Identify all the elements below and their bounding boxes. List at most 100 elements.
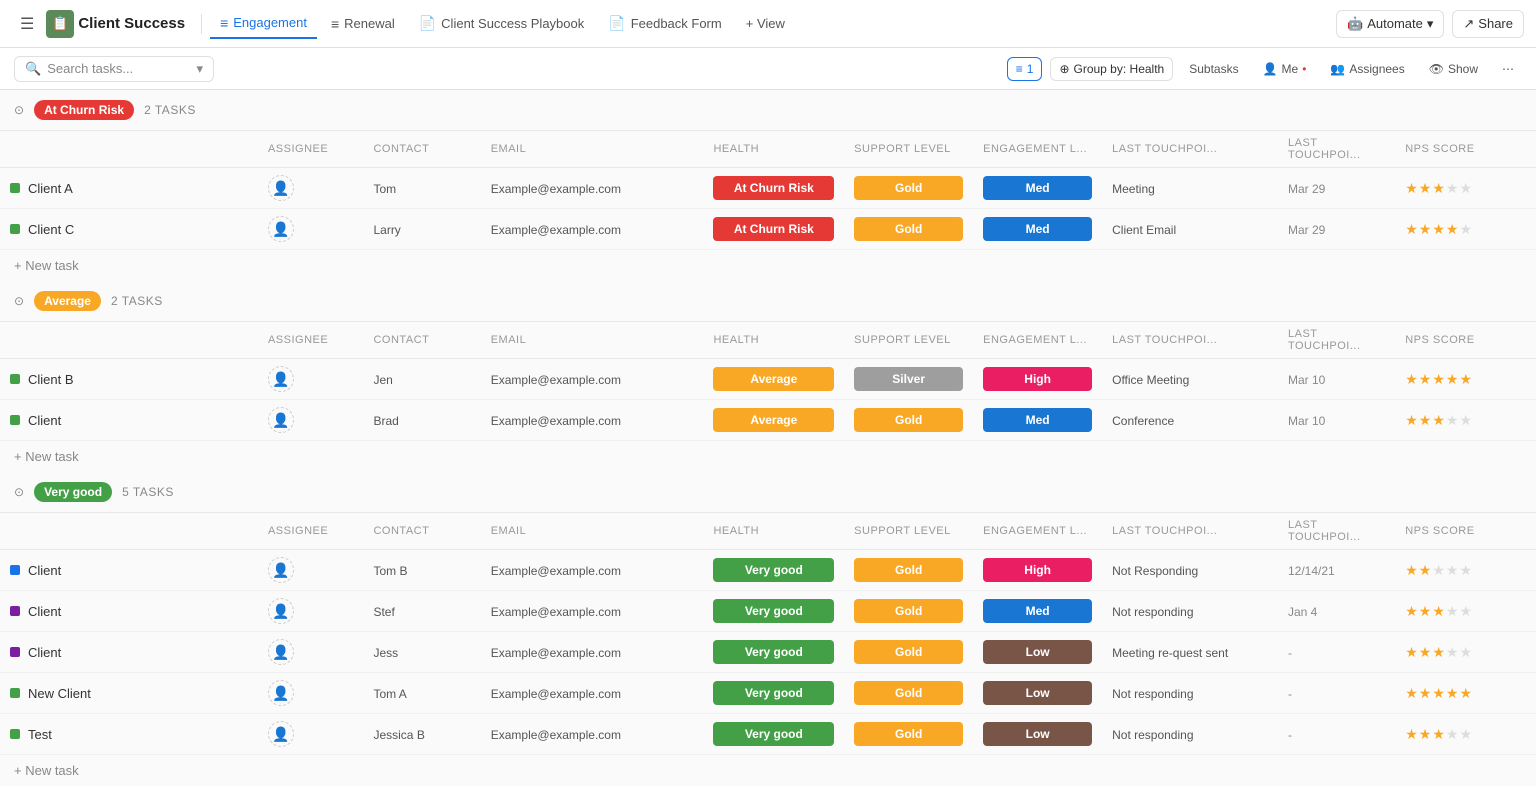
support-badge: Gold bbox=[854, 681, 963, 705]
touch2-value: Mar 10 bbox=[1288, 414, 1325, 428]
assignees-button[interactable]: 👥 Assignees bbox=[1322, 58, 1412, 80]
col-header-touch2: LAST TOUCHPOI... bbox=[1278, 131, 1395, 168]
more-options-button[interactable]: ⋯ bbox=[1494, 58, 1522, 80]
table-row[interactable]: Client 👤 Jess Example@example.com Very g… bbox=[0, 632, 1536, 673]
touch1-value: Meeting re-quest sent bbox=[1112, 646, 1228, 660]
star-filled: ★ bbox=[1405, 412, 1418, 429]
avatar-icon: 👤 bbox=[272, 562, 289, 579]
support-cell: Gold bbox=[844, 400, 973, 441]
email-value: Example@example.com bbox=[491, 414, 621, 428]
support-cell: Gold bbox=[844, 714, 973, 755]
avatar: 👤 bbox=[268, 557, 294, 583]
col-header-health: HEALTH bbox=[703, 322, 844, 359]
table-row[interactable]: Client B 👤 Jen Example@example.com Avera… bbox=[0, 359, 1536, 400]
app-logo: 📋 bbox=[46, 10, 74, 38]
search-box[interactable]: 🔍 Search tasks... ▾ bbox=[14, 56, 214, 82]
new-task-button[interactable]: + New task bbox=[0, 755, 1536, 786]
tab-renewal[interactable]: ≡ Renewal bbox=[321, 10, 405, 38]
task-dot bbox=[10, 688, 20, 698]
col-header-engagement: ENGAGEMENT L... bbox=[973, 322, 1102, 359]
star-filled: ★ bbox=[1405, 562, 1418, 579]
engagement-badge: High bbox=[983, 558, 1092, 582]
nps-cell: ★★★★★ bbox=[1395, 209, 1536, 250]
task-name-text: Client bbox=[28, 413, 61, 428]
new-task-button[interactable]: + New task bbox=[0, 250, 1536, 281]
star-filled: ★ bbox=[1432, 371, 1445, 388]
me-button[interactable]: 👤 Me • bbox=[1255, 58, 1315, 80]
star-filled: ★ bbox=[1446, 221, 1459, 238]
col-header-assignee: ASSIGNEE bbox=[258, 513, 364, 550]
tab-playbook[interactable]: 📄 Client Success Playbook bbox=[409, 9, 595, 38]
tab-engagement[interactable]: ≡ Engagement bbox=[210, 9, 317, 39]
group-chevron-churn[interactable]: ⊙ bbox=[14, 103, 24, 117]
assignee-cell: 👤 bbox=[258, 400, 364, 441]
contact-cell: Tom B bbox=[363, 550, 480, 591]
task-name-text: Client B bbox=[28, 372, 74, 387]
automate-chevron-icon: ▾ bbox=[1427, 16, 1434, 32]
engagement-badge: Low bbox=[983, 640, 1092, 664]
nps-cell: ★★★★★ bbox=[1395, 550, 1536, 591]
table-row[interactable]: Client 👤 Stef Example@example.com Very g… bbox=[0, 591, 1536, 632]
nps-cell: ★★★★★ bbox=[1395, 168, 1536, 209]
task-dot bbox=[10, 729, 20, 739]
table-row[interactable]: Client A 👤 Tom Example@example.com At Ch… bbox=[0, 168, 1536, 209]
support-cell: Gold bbox=[844, 168, 973, 209]
nav-divider bbox=[201, 14, 202, 34]
touch1-cell: Not responding bbox=[1102, 714, 1278, 755]
support-badge: Gold bbox=[854, 558, 963, 582]
health-cell: Very good bbox=[703, 591, 844, 632]
assignee-cell: 👤 bbox=[258, 632, 364, 673]
group-badge-churn: At Churn Risk bbox=[34, 100, 134, 120]
touch2-value: Mar 10 bbox=[1288, 373, 1325, 387]
col-header-assignee: ASSIGNEE bbox=[258, 131, 364, 168]
filter-button[interactable]: ≡ 1 bbox=[1007, 57, 1043, 81]
search-dropdown-icon: ▾ bbox=[196, 61, 203, 77]
table-row[interactable]: Client 👤 Brad Example@example.com Averag… bbox=[0, 400, 1536, 441]
group-chevron-verygood[interactable]: ⊙ bbox=[14, 485, 24, 499]
touch2-cell: - bbox=[1278, 714, 1395, 755]
show-button[interactable]: 👁 Show bbox=[1421, 58, 1486, 80]
health-badge: At Churn Risk bbox=[713, 176, 834, 200]
health-badge: Very good bbox=[713, 640, 834, 664]
star-empty: ★ bbox=[1446, 726, 1459, 743]
table-row[interactable]: Client C 👤 Larry Example@example.com At … bbox=[0, 209, 1536, 250]
group-by-button[interactable]: ⊕ Group by: Health bbox=[1050, 57, 1173, 81]
automate-button[interactable]: 🤖 Automate ▾ bbox=[1336, 10, 1444, 38]
contact-cell: Tom A bbox=[363, 673, 480, 714]
hamburger-menu[interactable]: ☰ bbox=[12, 10, 42, 38]
table-row[interactable]: Test 👤 Jessica B Example@example.com Ver… bbox=[0, 714, 1536, 755]
nps-cell: ★★★★★ bbox=[1395, 591, 1536, 632]
email-value: Example@example.com bbox=[491, 373, 621, 387]
contact-cell: Stef bbox=[363, 591, 480, 632]
touch1-cell: Meeting bbox=[1102, 168, 1278, 209]
star-empty: ★ bbox=[1446, 180, 1459, 197]
share-button[interactable]: ↗ Share bbox=[1452, 10, 1524, 38]
subtasks-button[interactable]: Subtasks bbox=[1181, 58, 1246, 80]
touch2-value: Mar 29 bbox=[1288, 223, 1325, 237]
avatar: 👤 bbox=[268, 366, 294, 392]
nav-right-actions: 🤖 Automate ▾ ↗ Share bbox=[1336, 10, 1524, 38]
avatar: 👤 bbox=[268, 175, 294, 201]
tab-add-view[interactable]: + View bbox=[736, 10, 795, 37]
nps-stars: ★★★★★ bbox=[1405, 180, 1526, 197]
support-badge: Gold bbox=[854, 408, 963, 432]
group-count-average: 2 TASKS bbox=[111, 294, 163, 308]
nps-cell: ★★★★★ bbox=[1395, 359, 1536, 400]
star-empty: ★ bbox=[1446, 412, 1459, 429]
star-filled: ★ bbox=[1405, 180, 1418, 197]
new-task-button[interactable]: + New task bbox=[0, 441, 1536, 472]
filter-icon: ≡ bbox=[1016, 62, 1023, 76]
star-filled: ★ bbox=[1432, 412, 1445, 429]
table-row[interactable]: Client 👤 Tom B Example@example.com Very … bbox=[0, 550, 1536, 591]
eye-icon: 👁 bbox=[1429, 62, 1444, 76]
group-chevron-average[interactable]: ⊙ bbox=[14, 294, 24, 308]
app-title: Client Success bbox=[78, 15, 185, 32]
group-badge-verygood: Very good bbox=[34, 482, 112, 502]
support-badge: Gold bbox=[854, 217, 963, 241]
health-cell: Very good bbox=[703, 714, 844, 755]
nps-stars: ★★★★★ bbox=[1405, 726, 1526, 743]
table-row[interactable]: New Client 👤 Tom A Example@example.com V… bbox=[0, 673, 1536, 714]
tab-feedback[interactable]: 📄 Feedback Form bbox=[598, 9, 731, 38]
contact-name: Tom bbox=[373, 182, 396, 196]
avatar: 👤 bbox=[268, 680, 294, 706]
